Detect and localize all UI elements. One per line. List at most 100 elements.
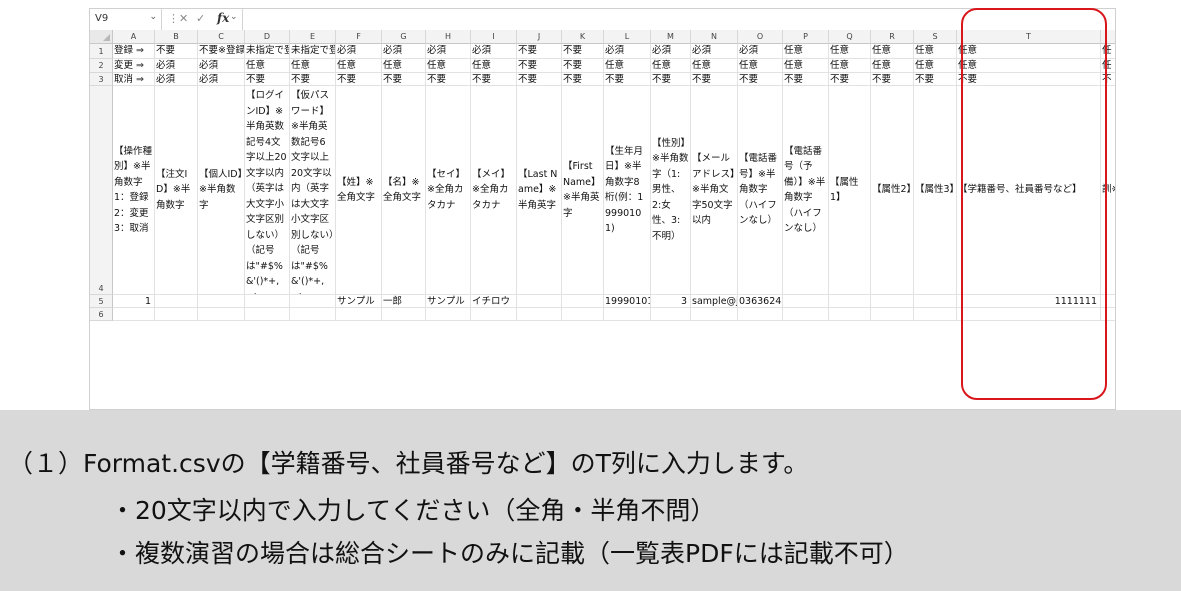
column-header-b[interactable]: B	[155, 30, 198, 44]
cell-e1[interactable]: 未指定で登	[290, 44, 336, 59]
cell-b5[interactable]	[155, 295, 198, 308]
cell-m6[interactable]	[651, 308, 691, 321]
cell-c3[interactable]: 必須	[198, 73, 245, 86]
cell-s1[interactable]: 任意	[914, 44, 957, 59]
cell-j4[interactable]: 【Last Name】※半角英字	[517, 86, 562, 295]
cell-f2[interactable]: 任意	[336, 59, 382, 73]
cell-n5[interactable]: sample@j	[691, 295, 738, 308]
cell-o1[interactable]: 必須	[738, 44, 783, 59]
column-header-d[interactable]: D	[245, 30, 290, 44]
cell-a3[interactable]: 取消 ⇒	[113, 73, 155, 86]
chevron-down-icon[interactable]: ⌄	[149, 12, 157, 22]
cell-j1[interactable]: 不要	[517, 44, 562, 59]
column-header-g[interactable]: G	[382, 30, 426, 44]
row-header-3[interactable]: 3	[90, 73, 113, 86]
cell-p3[interactable]: 不要	[783, 73, 829, 86]
column-header-h[interactable]: H	[426, 30, 471, 44]
cell-s2[interactable]: 任意	[914, 59, 957, 73]
cell-q2[interactable]: 任意	[829, 59, 871, 73]
column-header-q[interactable]: Q	[829, 30, 871, 44]
cell-h2[interactable]: 任意	[426, 59, 471, 73]
column-header-l[interactable]: L	[604, 30, 651, 44]
column-header-s[interactable]: S	[914, 30, 957, 44]
cell-f5[interactable]: サンプル	[336, 295, 382, 308]
column-header-a[interactable]: A	[113, 30, 155, 44]
cell-f6[interactable]	[336, 308, 382, 321]
cell-a6[interactable]	[113, 308, 155, 321]
cell-k6[interactable]	[562, 308, 604, 321]
column-header-p[interactable]: P	[783, 30, 829, 44]
cell-o5[interactable]: 0363624347	[738, 295, 783, 308]
cell-f4[interactable]: 【姓】※全角文字	[336, 86, 382, 295]
cell-q1[interactable]: 任意	[829, 44, 871, 59]
cell-s3[interactable]: 不要	[914, 73, 957, 86]
cell-l6[interactable]	[604, 308, 651, 321]
cell-r4[interactable]: 【属性2】	[871, 86, 914, 295]
cell-o2[interactable]: 任意	[738, 59, 783, 73]
cell-g1[interactable]: 必須	[382, 44, 426, 59]
cell-k1[interactable]: 不要	[562, 44, 604, 59]
cell-n3[interactable]: 不要	[691, 73, 738, 86]
cell-p5[interactable]	[783, 295, 829, 308]
cell-s5[interactable]	[914, 295, 957, 308]
cell-n1[interactable]: 必須	[691, 44, 738, 59]
column-header-r[interactable]: R	[871, 30, 914, 44]
cell-l1[interactable]: 必須	[604, 44, 651, 59]
cell-a5[interactable]: 1	[113, 295, 155, 308]
cell-r1[interactable]: 任意	[871, 44, 914, 59]
insert-function-icon[interactable]: fx	[217, 11, 229, 25]
column-header-n[interactable]: N	[691, 30, 738, 44]
column-header-i[interactable]: I	[471, 30, 517, 44]
cell-i4[interactable]: 【メイ】※全角カタカナ	[471, 86, 517, 295]
cell-p6[interactable]	[783, 308, 829, 321]
cell-e3[interactable]: 不要	[290, 73, 336, 86]
column-header-m[interactable]: M	[651, 30, 691, 44]
cell-i1[interactable]: 必須	[471, 44, 517, 59]
cell-o3[interactable]: 不要	[738, 73, 783, 86]
cell-h1[interactable]: 必須	[426, 44, 471, 59]
chevron-down-icon[interactable]: ⌄	[230, 12, 238, 22]
cell-a2[interactable]: 変更 ⇒	[113, 59, 155, 73]
cell-h3[interactable]: 不要	[426, 73, 471, 86]
column-header-f[interactable]: F	[336, 30, 382, 44]
cell-b4[interactable]: 【注文ID】※半角数字	[155, 86, 198, 295]
cell-b6[interactable]	[155, 308, 198, 321]
cell-b1[interactable]: 不要	[155, 44, 198, 59]
more-icon[interactable]: ⋮	[168, 12, 179, 25]
cell-p4[interactable]: 【電話番号（予備）】※半角数字（ハイフンなし）	[783, 86, 829, 295]
cell-h6[interactable]	[426, 308, 471, 321]
cell-c5[interactable]	[198, 295, 245, 308]
cell-g5[interactable]: 一郎	[382, 295, 426, 308]
cell-e2[interactable]: 任意	[290, 59, 336, 73]
enter-icon[interactable]: ✓	[196, 12, 205, 25]
row-header-4[interactable]: 4	[90, 86, 113, 295]
cell-d1[interactable]: 未指定で登	[245, 44, 290, 59]
cell-d2[interactable]: 任意	[245, 59, 290, 73]
cell-k2[interactable]: 不要	[562, 59, 604, 73]
cell-b2[interactable]: 必須	[155, 59, 198, 73]
cell-b3[interactable]: 必須	[155, 73, 198, 86]
cell-r5[interactable]	[871, 295, 914, 308]
cell-d6[interactable]	[245, 308, 290, 321]
cell-m1[interactable]: 必須	[651, 44, 691, 59]
cell-h5[interactable]: サンプル	[426, 295, 471, 308]
cell-a1[interactable]: 登録 ⇒	[113, 44, 155, 59]
cell-s6[interactable]	[914, 308, 957, 321]
cell-i5[interactable]: イチロウ	[471, 295, 517, 308]
row-header-5[interactable]: 5	[90, 295, 113, 308]
cell-j6[interactable]	[517, 308, 562, 321]
cell-l5[interactable]: 19990101	[604, 295, 651, 308]
cell-o4[interactable]: 【電話番号】※半角数字（ハイフンなし）	[738, 86, 783, 295]
column-header-o[interactable]: O	[738, 30, 783, 44]
cell-r3[interactable]: 不要	[871, 73, 914, 86]
cell-l4[interactable]: 【生年月日】※半角数字8桁(例：19990101)	[604, 86, 651, 295]
cell-q5[interactable]	[829, 295, 871, 308]
cell-g3[interactable]: 不要	[382, 73, 426, 86]
row-header-2[interactable]: 2	[90, 59, 113, 73]
cell-d4[interactable]: 【ログインID】※半角英数記号4文字以上20文字以内（英字は大文字小文字区別しな…	[245, 86, 290, 295]
cell-i3[interactable]: 不要	[471, 73, 517, 86]
cell-h4[interactable]: 【セイ】※全角カタカナ	[426, 86, 471, 295]
cell-e4[interactable]: 【仮パスワード】※半角英数記号6文字以上20文字以内（英字は大文字小文字区別しな…	[290, 86, 336, 295]
cell-j5[interactable]	[517, 295, 562, 308]
select-all-corner[interactable]	[90, 30, 113, 44]
